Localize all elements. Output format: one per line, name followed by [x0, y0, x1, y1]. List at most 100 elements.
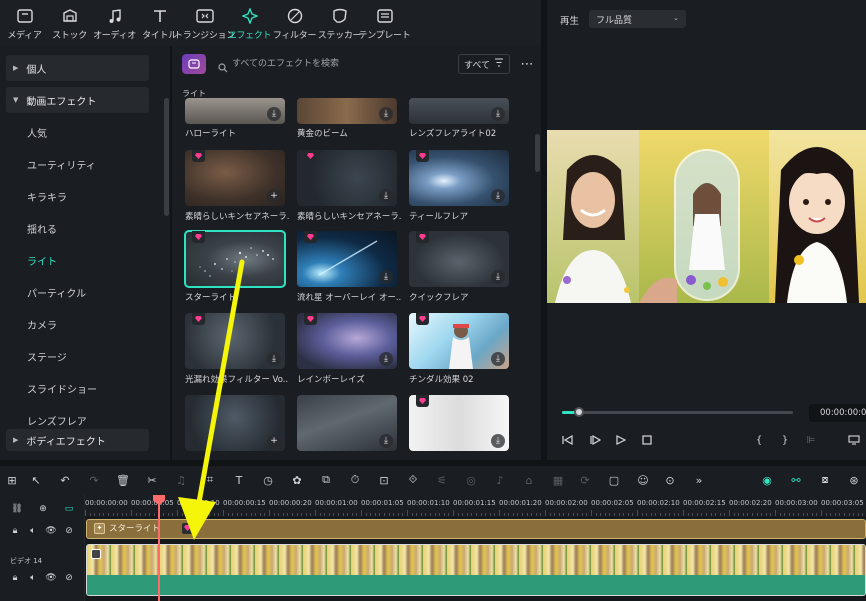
- split-scissors-icon[interactable]: ✂︎: [143, 471, 161, 489]
- redo-icon[interactable]: ↷: [85, 471, 103, 489]
- audio-detach-icon[interactable]: ♫: [172, 471, 190, 489]
- tab-stock[interactable]: ストック: [47, 0, 92, 46]
- effect-card[interactable]: ⤓ レインボーレイズ: [297, 313, 397, 385]
- lock-icon[interactable]: 🔒︎: [9, 572, 21, 584]
- tab-filter[interactable]: フィルター: [272, 0, 317, 46]
- sidebar-group-video-effects[interactable]: ▼ 動画エフェクト: [6, 87, 149, 113]
- search-input[interactable]: [232, 56, 432, 72]
- mute-toggle-icon[interactable]: ⊘: [63, 572, 75, 584]
- next-frame-icon[interactable]: [588, 433, 602, 447]
- effect-card[interactable]: ⤓ 光漏れ効果フィルター Vo...: [185, 313, 289, 385]
- preview-canvas[interactable]: [547, 130, 866, 303]
- quality-dropdown[interactable]: フル品質 ⌄: [589, 10, 686, 28]
- snap-magnet-icon[interactable]: ⚯: [787, 471, 805, 489]
- sidebar-scrollbar[interactable]: [164, 98, 169, 216]
- smart-cutout-icon[interactable]: ▦: [549, 471, 567, 489]
- download-icon[interactable]: ⤓: [491, 270, 505, 284]
- effect-card[interactable]: ⤓ 素晴らしいキンセアネーラ...: [297, 150, 401, 222]
- tab-media[interactable]: メディア: [2, 0, 47, 46]
- display-settings-icon[interactable]: [847, 433, 861, 447]
- sidebar-group-personal[interactable]: ▶ 個人: [6, 55, 149, 81]
- record-icon[interactable]: ⊙: [661, 471, 679, 489]
- effect-card[interactable]: ⤓ クイックフレア: [409, 231, 509, 303]
- sidebar-item-light[interactable]: ライト: [6, 247, 149, 273]
- undo-icon[interactable]: ↶: [56, 471, 74, 489]
- ai-toggle-icon[interactable]: ◉: [758, 471, 776, 489]
- effect-card[interactable]: ⤓: [409, 395, 509, 460]
- speed-icon[interactable]: ◷: [259, 471, 277, 489]
- fit-frame-icon[interactable]: ▢: [605, 471, 623, 489]
- audio-ducking-icon[interactable]: ♪: [491, 471, 509, 489]
- sidebar-item-camera[interactable]: カメラ: [6, 311, 149, 337]
- video-clip[interactable]: [86, 544, 866, 596]
- ai-edit-icon[interactable]: ⧉: [317, 471, 335, 489]
- effects-scrollbar[interactable]: [535, 134, 540, 172]
- zoom-settings-icon[interactable]: ⊛: [845, 471, 863, 489]
- download-icon[interactable]: ⤓: [267, 107, 281, 121]
- eye-icon[interactable]: 👁︎: [45, 525, 57, 537]
- mark-in-icon[interactable]: {: [752, 433, 766, 447]
- sidebar-item-shake[interactable]: 揺れる: [6, 215, 149, 241]
- effect-card[interactable]: +: [185, 395, 285, 460]
- tab-transition[interactable]: トランジション: [174, 0, 235, 46]
- effect-clip[interactable]: [86, 519, 866, 539]
- download-icon[interactable]: ⤓: [267, 352, 281, 366]
- color-icon[interactable]: ✿: [288, 471, 306, 489]
- adjust-icon[interactable]: ⚟: [433, 471, 451, 489]
- download-icon[interactable]: ⤓: [491, 107, 505, 121]
- download-icon[interactable]: ⤓: [491, 434, 505, 448]
- mask-icon[interactable]: ⌂: [520, 471, 538, 489]
- effect-card[interactable]: + 素晴らしいキンセアネーラ...: [185, 150, 289, 222]
- filter-dropdown[interactable]: すべて: [458, 54, 510, 74]
- effect-card[interactable]: ⤓ ティールフレア: [409, 150, 509, 222]
- rotate-icon[interactable]: ⟳: [576, 471, 594, 489]
- speaker-icon[interactable]: 🔈︎: [27, 525, 39, 537]
- sidebar-item-stage[interactable]: ステージ: [6, 343, 149, 369]
- delete-icon[interactable]: 🗑︎: [114, 471, 132, 489]
- previous-frame-icon[interactable]: [560, 433, 574, 447]
- motion-track-icon[interactable]: ◎: [462, 471, 480, 489]
- download-icon[interactable]: ⤓: [491, 352, 505, 366]
- download-icon[interactable]: ⤓: [379, 107, 393, 121]
- sidebar-item-utility[interactable]: ユーティリティ: [6, 151, 149, 177]
- playback-progress-track[interactable]: [562, 411, 793, 414]
- ai-portrait-icon[interactable]: ☺: [634, 471, 652, 489]
- more-tools-icon[interactable]: »: [690, 471, 708, 489]
- text-tool-icon[interactable]: T: [230, 471, 248, 489]
- playback-scrubber-handle[interactable]: [574, 407, 584, 417]
- sidebar-group-body-effects[interactable]: ▶ ボディエフェクト: [6, 429, 149, 451]
- select-tool-icon[interactable]: ↖: [27, 471, 45, 489]
- effect-card-selected[interactable]: スターライト: [184, 230, 286, 303]
- mute-toggle-icon[interactable]: ⊘: [63, 525, 75, 537]
- add-track-icon[interactable]: ⊕: [37, 503, 49, 515]
- add-icon[interactable]: +: [267, 189, 281, 203]
- crop-icon[interactable]: ⌗: [201, 471, 219, 489]
- tab-audio[interactable]: オーディオ: [92, 0, 137, 46]
- layout-grid-icon[interactable]: ⊞: [3, 471, 21, 489]
- tab-effects[interactable]: エフェクト: [227, 0, 272, 46]
- effect-card[interactable]: ⤓: [297, 395, 397, 460]
- tab-template[interactable]: テンプレート: [359, 0, 411, 46]
- more-options-icon[interactable]: ⋯: [518, 54, 536, 74]
- download-icon[interactable]: ⤓: [379, 189, 393, 203]
- render-preview-icon[interactable]: ⧇: [816, 471, 834, 489]
- lock-icon[interactable]: 🔒︎: [9, 525, 21, 537]
- stop-icon[interactable]: [640, 433, 654, 447]
- tab-sticker[interactable]: ステッカー: [317, 0, 362, 46]
- sidebar-item-particle[interactable]: パーティクル: [6, 279, 149, 305]
- timer-icon[interactable]: ⏱︎: [346, 471, 364, 489]
- snapshot-dropdown-icon[interactable]: ⊫: [804, 433, 818, 447]
- effect-card[interactable]: ⤓ 流れ星 オーバーレイ オー...: [297, 231, 401, 303]
- sidebar-item-popular[interactable]: 人気: [6, 119, 149, 145]
- eye-icon[interactable]: 👁︎: [45, 572, 57, 584]
- sidebar-item-slideshow[interactable]: スライドショー: [6, 375, 149, 401]
- play-icon[interactable]: [614, 433, 628, 447]
- download-icon[interactable]: ⤓: [491, 189, 505, 203]
- auto-ripple-icon[interactable]: ▭: [63, 503, 75, 515]
- download-icon[interactable]: ⤓: [379, 352, 393, 366]
- speaker-icon[interactable]: 🔈︎: [27, 572, 39, 584]
- download-icon[interactable]: ⤓: [379, 434, 393, 448]
- effect-card[interactable]: ⤓ チンダル効果 02: [409, 313, 509, 385]
- download-icon[interactable]: ⤓: [379, 270, 393, 284]
- add-icon[interactable]: +: [267, 434, 281, 448]
